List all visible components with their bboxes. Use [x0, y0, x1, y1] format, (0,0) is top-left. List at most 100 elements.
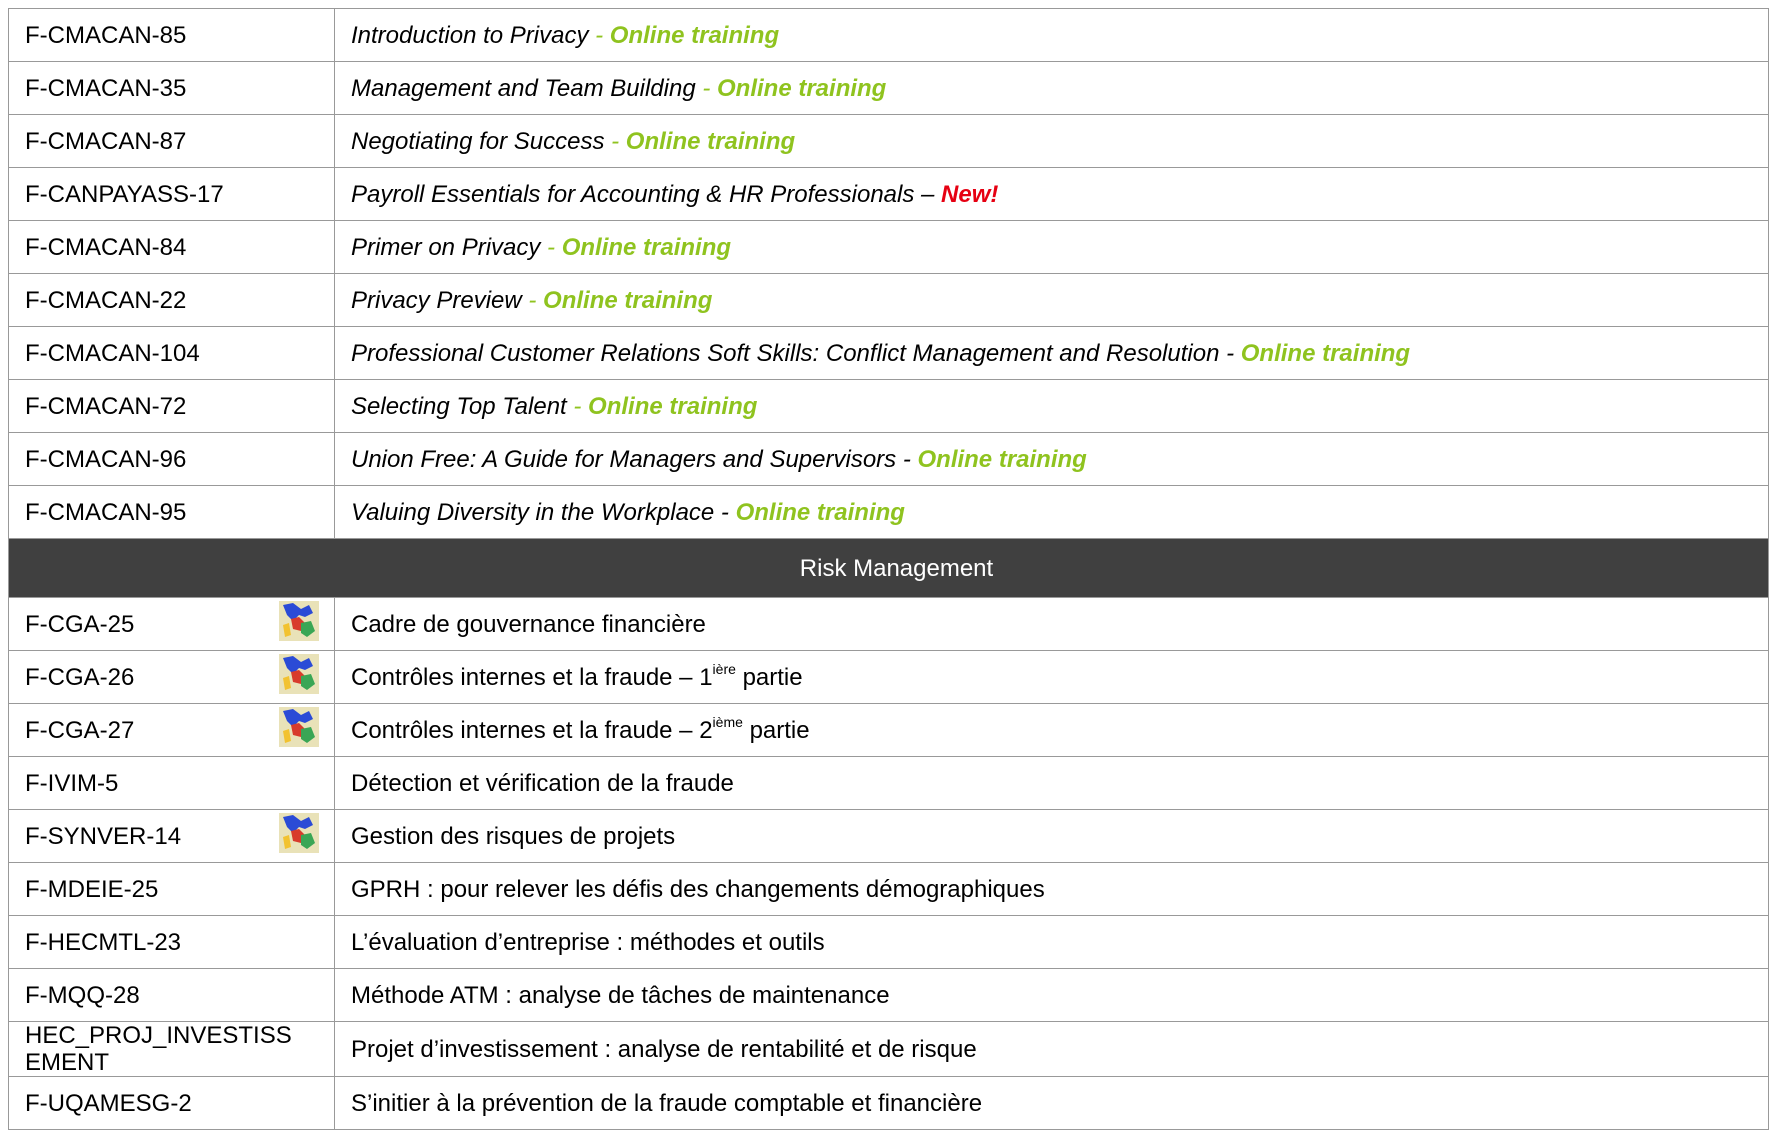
- ordinal-superscript: ière: [712, 660, 736, 677]
- online-training-tag: Online training: [561, 233, 732, 261]
- table-row: F-CMACAN-87 Negotiating for Success - On…: [8, 114, 1769, 168]
- course-code: F-CGA-27: [25, 716, 135, 744]
- table-row: F-CMACAN-72 Selecting Top Talent - Onlin…: [8, 379, 1769, 433]
- course-code-cell: HEC_PROJ_INVESTISS EMENT: [8, 1021, 335, 1077]
- course-code-line-1: HEC_PROJ_INVESTISS: [25, 1022, 292, 1050]
- course-title-suffix: partie: [735, 663, 803, 691]
- title-separator: -: [604, 127, 626, 155]
- title-separator: -: [521, 286, 544, 314]
- course-title-cell: Management and Team Building - Online tr…: [334, 61, 1769, 115]
- course-table: F-CMACAN-85 Introduction to Privacy - On…: [8, 8, 1769, 1130]
- table-row: F-IVIM-5 Détection et vérification de la…: [8, 756, 1769, 810]
- course-title: Privacy Preview: [351, 286, 522, 314]
- section-title: Risk Management: [8, 538, 1769, 598]
- course-code: F-CGA-26: [25, 663, 135, 691]
- course-code-cell: F-SYNVER-14: [8, 809, 335, 863]
- course-code-line-2: EMENT: [25, 1049, 109, 1076]
- course-title: Professional Customer Relations Soft Ski…: [351, 339, 1241, 367]
- course-title-cell: Union Free: A Guide for Managers and Sup…: [334, 432, 1769, 486]
- new-badge: New!: [941, 180, 999, 208]
- course-code: F-MDEIE-25: [8, 862, 335, 916]
- online-training-tag: Online training: [625, 127, 796, 155]
- course-title: Contrôles internes et la fraude – 2: [351, 716, 713, 744]
- table-row: F-CMACAN-85 Introduction to Privacy - On…: [8, 8, 1769, 62]
- quebec-flag-icon: [279, 813, 319, 853]
- table-row: F-CGA-25 Cadre de gouvernance financière: [8, 597, 1769, 651]
- online-training-tag: Online training: [717, 74, 887, 102]
- course-title-suffix: partie: [742, 716, 810, 744]
- table-row: F-UQAMESG-2 S’initier à la prévention de…: [8, 1076, 1769, 1130]
- online-training-tag: Online training: [1240, 339, 1411, 367]
- table-row: F-CMACAN-104 Professional Customer Relat…: [8, 326, 1769, 380]
- online-training-tag: Online training: [917, 445, 1087, 473]
- course-code-cell: F-CGA-27: [8, 703, 335, 757]
- course-code: F-CMACAN-22: [8, 273, 335, 327]
- table-row: HEC_PROJ_INVESTISS EMENT Projet d’investi…: [8, 1021, 1769, 1077]
- course-title: S’initier à la prévention de la fraude c…: [334, 1076, 1769, 1130]
- course-code: F-CMACAN-72: [8, 379, 335, 433]
- course-code: F-CMACAN-96: [8, 432, 335, 486]
- course-code: F-CMACAN-95: [8, 485, 335, 539]
- table-row: F-CMACAN-84 Primer on Privacy - Online t…: [8, 220, 1769, 274]
- table-row: F-CGA-27 Contrôles internes et la fraude…: [8, 703, 1769, 757]
- course-title: Negotiating for Success: [351, 127, 605, 155]
- table-row: F-CMACAN-96 Union Free: A Guide for Mana…: [8, 432, 1769, 486]
- course-title: Introduction to Privacy: [351, 21, 589, 49]
- course-title: GPRH : pour relever les défis des change…: [334, 862, 1769, 916]
- table-row: F-HECMTL-23 L’évaluation d’entreprise : …: [8, 915, 1769, 969]
- title-separator: -: [566, 392, 589, 420]
- quebec-flag-icon: [279, 654, 319, 694]
- online-training-tag: Online training: [588, 392, 758, 420]
- course-code: F-CMACAN-84: [8, 220, 335, 274]
- table-row: F-SYNVER-14 Gestion des risques de proje…: [8, 809, 1769, 863]
- course-title-cell: Contrôles internes et la fraude – 2ième …: [334, 703, 1769, 757]
- table-row: F-CGA-26 Contrôles internes et la fraude…: [8, 650, 1769, 704]
- quebec-flag-icon: [279, 601, 319, 641]
- course-title: Gestion des risques de projets: [334, 809, 1769, 863]
- title-separator: -: [540, 233, 562, 261]
- course-title-cell: Contrôles internes et la fraude – 1ière …: [334, 650, 1769, 704]
- course-title: Management and Team Building: [351, 74, 696, 102]
- course-title: Projet d’investissement : analyse de ren…: [334, 1021, 1769, 1077]
- course-title: Cadre de gouvernance financière: [334, 597, 1769, 651]
- course-title: Selecting Top Talent: [351, 392, 567, 420]
- course-title-cell: Professional Customer Relations Soft Ski…: [334, 326, 1769, 380]
- ordinal-superscript: ième: [712, 713, 743, 730]
- course-code-cell: F-CGA-26: [8, 650, 335, 704]
- course-title-cell: Selecting Top Talent - Online training: [334, 379, 1769, 433]
- course-title: Contrôles internes et la fraude – 1: [351, 663, 713, 691]
- table-row: F-MQQ-28 Méthode ATM : analyse de tâches…: [8, 968, 1769, 1022]
- table-row: F-CMACAN-22 Privacy Preview - Online tra…: [8, 273, 1769, 327]
- course-code: F-MQQ-28: [8, 968, 335, 1022]
- course-title-cell: Privacy Preview - Online training: [334, 273, 1769, 327]
- course-title: Payroll Essentials for Accounting & HR P…: [351, 180, 942, 208]
- course-code: F-CMACAN-87: [8, 114, 335, 168]
- course-title: Primer on Privacy: [351, 233, 541, 261]
- quebec-flag-icon: [279, 707, 319, 747]
- course-code: F-UQAMESG-2: [8, 1076, 335, 1130]
- table-row: F-CMACAN-95 Valuing Diversity in the Wor…: [8, 485, 1769, 539]
- table-row: F-CANPAYASS-17 Payroll Essentials for Ac…: [8, 167, 1769, 221]
- course-code: F-CGA-25: [25, 610, 135, 638]
- course-title: Union Free: A Guide for Managers and Sup…: [351, 445, 918, 473]
- course-code: F-CANPAYASS-17: [8, 167, 335, 221]
- table-row: F-MDEIE-25 GPRH : pour relever les défis…: [8, 862, 1769, 916]
- course-code: F-HECMTL-23: [8, 915, 335, 969]
- course-title: Détection et vérification de la fraude: [334, 756, 1769, 810]
- online-training-tag: Online training: [735, 498, 905, 526]
- online-training-tag: Online training: [609, 21, 780, 49]
- course-title-cell: Valuing Diversity in the Workplace - Onl…: [334, 485, 1769, 539]
- course-title-cell: Payroll Essentials for Accounting & HR P…: [334, 167, 1769, 221]
- course-title-cell: Introduction to Privacy - Online trainin…: [334, 8, 1769, 62]
- title-separator: -: [588, 21, 610, 49]
- course-code-cell: F-CGA-25: [8, 597, 335, 651]
- table-row: F-CMACAN-35 Management and Team Building…: [8, 61, 1769, 115]
- online-training-tag: Online training: [543, 286, 713, 314]
- course-code: F-IVIM-5: [8, 756, 335, 810]
- course-code: F-SYNVER-14: [25, 822, 182, 850]
- course-title: Méthode ATM : analyse de tâches de maint…: [334, 968, 1769, 1022]
- course-code: F-CMACAN-104: [8, 326, 335, 380]
- title-separator: -: [695, 74, 717, 102]
- course-title-cell: Negotiating for Success - Online trainin…: [334, 114, 1769, 168]
- course-title-cell: Primer on Privacy - Online training: [334, 220, 1769, 274]
